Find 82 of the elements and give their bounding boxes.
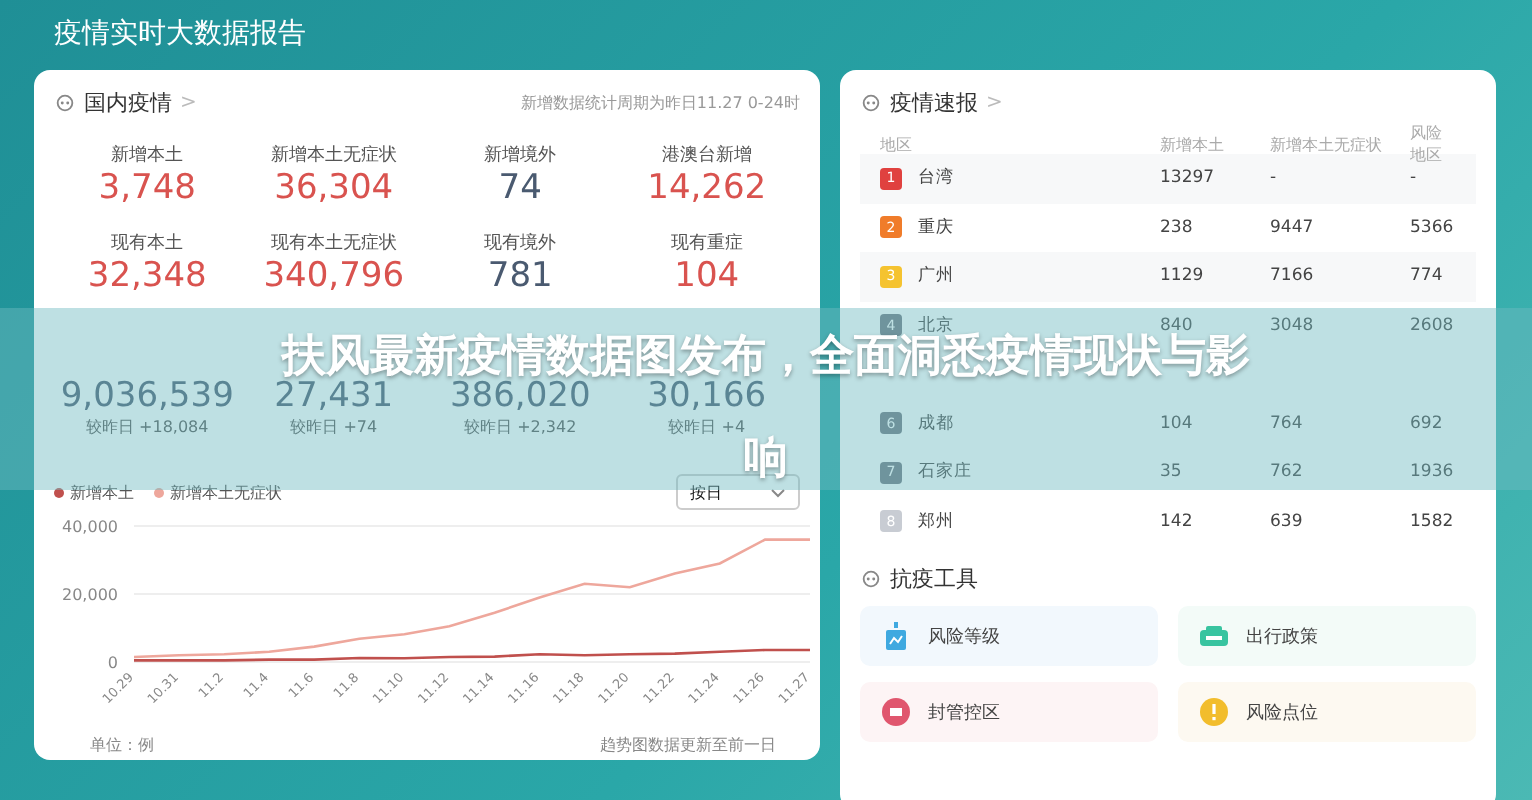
stat-value: 386,020 bbox=[449, 376, 591, 416]
tool-label: 封管控区 bbox=[928, 701, 1000, 725]
stat-value: 340,796 bbox=[263, 256, 405, 296]
stat-change: 较昨日 +74 bbox=[290, 416, 378, 438]
tool-label: 风险点位 bbox=[1246, 701, 1318, 725]
axis-label: 20,000 bbox=[62, 586, 118, 604]
legend-label: 新增本土 bbox=[70, 481, 134, 503]
axis-label: 0 bbox=[107, 654, 118, 672]
column-header: 新增本土 bbox=[1160, 133, 1226, 155]
table-cell-text: 1129 bbox=[1160, 266, 1206, 287]
section-title[interactable]: 国内疫情 bbox=[84, 87, 172, 117]
table-cell-text: 104 bbox=[1160, 413, 1195, 434]
update-note: 趋势图数据更新至前一日 bbox=[600, 734, 776, 756]
table-cell: 成都 bbox=[918, 411, 954, 436]
table-cell: 广州 bbox=[918, 264, 954, 289]
tool-tile[interactable]: 风险点位 bbox=[1178, 682, 1476, 742]
stat-value: 3,748 bbox=[98, 168, 196, 208]
stat-label: 现有重症 bbox=[670, 232, 743, 256]
table-cell: 5366 bbox=[1410, 217, 1456, 238]
stat-label: 新增本土无症状 bbox=[270, 144, 397, 168]
table-cell-text: 7166 bbox=[1270, 266, 1316, 287]
chevron-down-icon bbox=[770, 487, 786, 497]
table-cell-text: 13297 bbox=[1160, 168, 1217, 189]
tool-label: 出行政策 bbox=[1246, 625, 1318, 649]
table-cell-text: 3048 bbox=[1270, 315, 1316, 336]
virus-icon bbox=[860, 91, 882, 113]
section-title[interactable]: 疫情速报 bbox=[890, 87, 978, 117]
legend-dot bbox=[54, 487, 64, 497]
stat-value: 36,304 bbox=[274, 168, 394, 208]
stat-label: 港澳台新增 bbox=[661, 144, 752, 168]
tool-tile[interactable]: 封管控区 bbox=[860, 682, 1158, 742]
table-cell-text: 840 bbox=[1160, 315, 1193, 336]
stat-value: 14,262 bbox=[647, 168, 767, 208]
stat-value: 30,166 bbox=[647, 376, 767, 416]
table-cell: 重庆 bbox=[918, 215, 954, 240]
stat-value: 9,036,539 bbox=[60, 376, 234, 416]
stat-label: 新增境外 bbox=[484, 144, 557, 168]
virus-icon bbox=[860, 567, 882, 589]
column-header: 风险地区 bbox=[1410, 122, 1444, 166]
table-cell-text: 238 bbox=[1160, 217, 1195, 238]
page-title: 疫情实时大数据报告 bbox=[52, 16, 308, 54]
stat-change: 较昨日 +4 bbox=[668, 416, 746, 436]
table-cell-text: 639 bbox=[1270, 511, 1305, 532]
stat-change: 较昨日 +2,342 bbox=[464, 416, 577, 438]
table-cell-text: 774 bbox=[1410, 266, 1445, 287]
table-cell-text: 764 bbox=[1270, 413, 1305, 434]
table-cell-text: 762 bbox=[1270, 462, 1305, 483]
stat-value: 781 bbox=[487, 256, 553, 296]
stat-value: 104 bbox=[674, 256, 740, 296]
stat-value: 32,348 bbox=[87, 256, 207, 296]
table-cell-text: 9447 bbox=[1270, 217, 1316, 238]
unit-note: 单位：例 bbox=[90, 734, 154, 756]
tool-tile[interactable]: 风险等级 bbox=[860, 606, 1158, 666]
table-cell-text: 692 bbox=[1410, 413, 1445, 434]
column-header: 地区 bbox=[880, 133, 914, 155]
section-title: 抗疫工具 bbox=[890, 563, 978, 593]
stat-value: 74 bbox=[498, 168, 542, 208]
table-cell-text: - bbox=[1270, 168, 1279, 189]
legend-label: 新增本土无症状 bbox=[170, 481, 282, 503]
stat-label: 现有本土无症状 bbox=[270, 232, 397, 256]
table-cell-text: 142 bbox=[1160, 511, 1195, 532]
table-cell: 郑州 bbox=[918, 509, 954, 534]
legend-dot bbox=[154, 487, 164, 497]
table-cell-text: 北京 bbox=[918, 313, 954, 336]
table-cell: 1936 bbox=[1410, 462, 1456, 483]
virus-icon bbox=[54, 91, 76, 113]
table-cell-text: - bbox=[1410, 168, 1419, 189]
stat-value: 27,431 bbox=[274, 376, 394, 416]
stat-label: 新增本土 bbox=[111, 144, 184, 168]
update-note: 新增数据统计周期为昨日11.27 0-24时 bbox=[520, 91, 800, 113]
tool-label: 风险等级 bbox=[928, 625, 1000, 649]
stat-label: 现有境外 bbox=[484, 232, 557, 256]
tool-tile[interactable]: 出行政策 bbox=[1178, 606, 1476, 666]
table-cell: 2608 bbox=[1410, 315, 1456, 336]
table-cell-text: 35 bbox=[1160, 462, 1184, 483]
stat-label: 现有本土 bbox=[111, 232, 184, 256]
table-cell: 台湾 bbox=[918, 166, 954, 191]
table-cell: 1582 bbox=[1410, 511, 1456, 532]
column-header: 新增本土无症状 bbox=[1270, 133, 1384, 155]
table-cell: 石家庄 bbox=[918, 460, 972, 485]
axis-label: 40,000 bbox=[62, 518, 118, 536]
stat-change: 较昨日 +18,084 bbox=[86, 416, 209, 438]
